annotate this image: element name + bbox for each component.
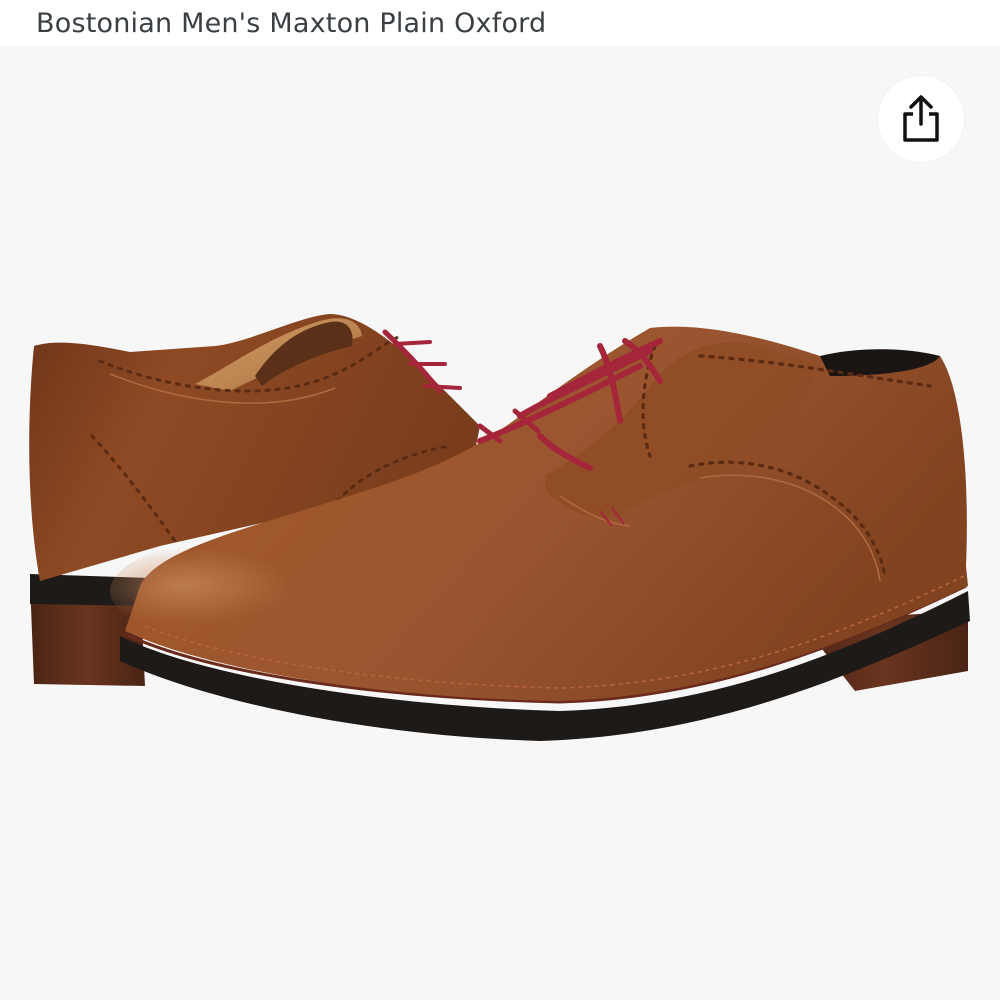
share-button[interactable]: [878, 76, 964, 162]
share-icon: [903, 95, 939, 142]
product-image: [29, 314, 970, 741]
product-header: Bostonian Men's Maxton Plain Oxford: [0, 0, 1000, 46]
product-title: Bostonian Men's Maxton Plain Oxford: [36, 8, 547, 39]
product-image-gallery[interactable]: [0, 46, 1000, 1000]
